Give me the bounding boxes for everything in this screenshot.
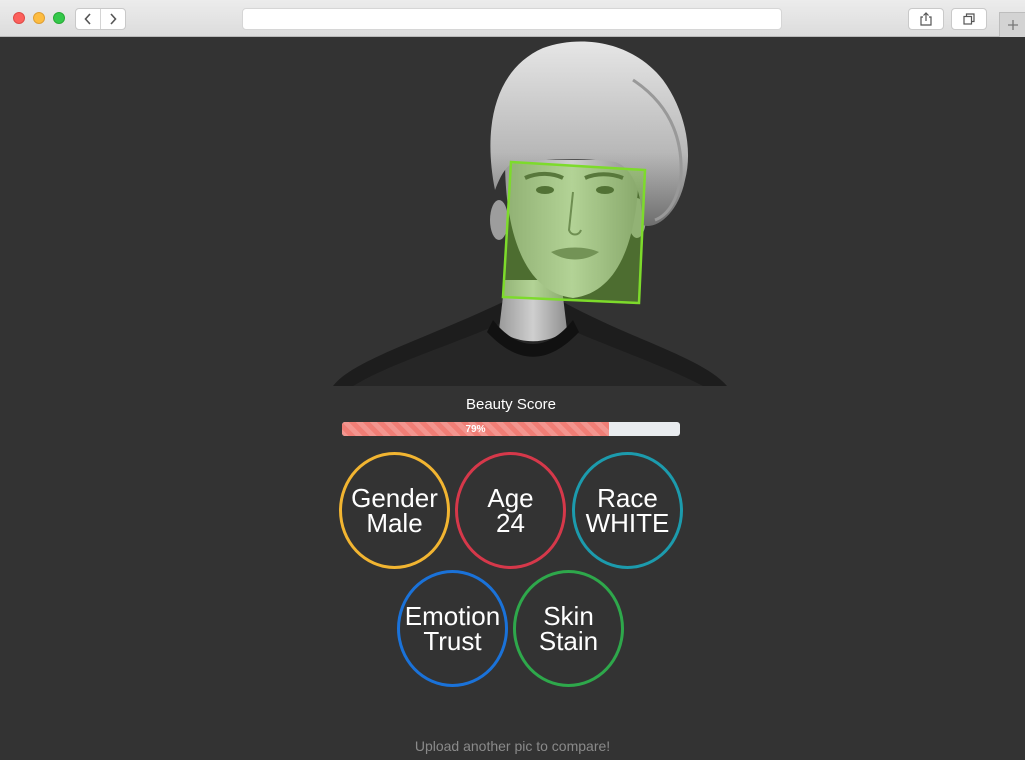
- close-window-button[interactable]: [13, 12, 25, 24]
- emotion-circle: Emotion Trust: [397, 570, 508, 687]
- uploaded-photo: [333, 40, 727, 386]
- new-tab-button[interactable]: [999, 12, 1025, 37]
- beauty-score-bar: 79%: [342, 422, 680, 436]
- beauty-score-label: Beauty Score: [465, 396, 557, 413]
- navigation-buttons: [75, 8, 126, 30]
- skin-title: Skin: [543, 600, 594, 631]
- minimize-window-button[interactable]: [33, 12, 45, 24]
- race-value: WHITE: [585, 507, 670, 538]
- back-button[interactable]: [76, 9, 100, 29]
- age-value: 24: [496, 507, 525, 538]
- emotion-title: Emotion: [404, 600, 501, 631]
- beauty-score-value: 79%: [465, 423, 486, 435]
- upload-another-link[interactable]: Upload another pic to compare!: [0, 738, 1025, 754]
- address-bar[interactable]: [242, 8, 782, 30]
- beauty-score-fill: 79%: [342, 422, 610, 436]
- race-title: Race: [597, 482, 658, 513]
- face-detection-box: [501, 160, 647, 305]
- age-title: Age: [487, 482, 534, 513]
- skin-value: Stain: [538, 625, 599, 656]
- plus-icon: [1007, 20, 1018, 30]
- chevron-right-icon: [110, 13, 117, 25]
- browser-toolbar: [0, 0, 1025, 37]
- gender-value: Male: [366, 507, 423, 538]
- race-circle: Race WHITE: [572, 452, 683, 569]
- gender-title: Gender: [351, 482, 438, 513]
- zoom-window-button[interactable]: [53, 12, 65, 24]
- skin-circle: Skin Stain: [513, 570, 624, 687]
- forward-button[interactable]: [100, 9, 125, 29]
- tabs-icon: [963, 13, 975, 25]
- chevron-left-icon: [84, 13, 91, 25]
- share-button[interactable]: [908, 8, 944, 30]
- share-icon: [920, 12, 932, 26]
- emotion-value: Trust: [423, 625, 482, 656]
- show-tabs-button[interactable]: [951, 8, 987, 30]
- gender-circle: Gender Male: [339, 452, 450, 569]
- age-circle: Age 24: [455, 452, 566, 569]
